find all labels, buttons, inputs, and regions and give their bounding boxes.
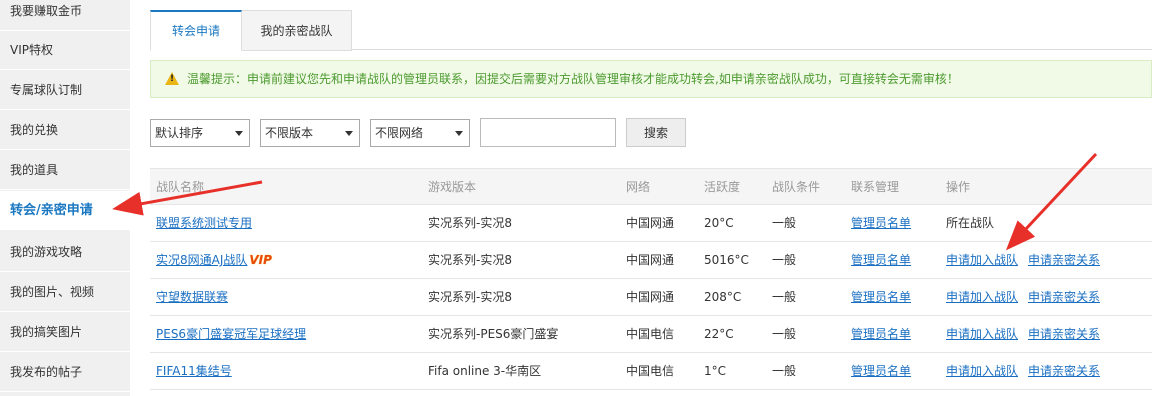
activity: 20°C [704,216,734,230]
chevron-down-icon [345,131,353,136]
chevron-down-icon [455,131,463,136]
condition: 一般 [772,253,797,267]
activity: 22°C [704,327,734,341]
sidebar-item-custom-team[interactable]: 专属球队订制 [0,71,130,110]
network: 中国电信 [626,327,675,341]
activity: 1°C [704,364,727,378]
request-close-link[interactable]: 申请亲密关系 [1028,290,1100,304]
sidebar-item-transfer[interactable]: 转会/亲密申请 [0,191,130,230]
sidebar-item-items[interactable]: 我的道具 [0,151,130,190]
tab-close-teams[interactable]: 我的亲密战队 [242,10,352,51]
table-row: 实况8网通AJ战队 VIP 实况系列-实况8 中国网通 5016°C 一般 管理员… [150,242,1152,279]
request-close-link[interactable]: 申请亲密关系 [1028,253,1100,267]
sidebar-item-funny-images[interactable]: 我的搞笑图片 [0,313,130,352]
tab-bar: 转会申请 我的亲密战队 [150,10,1152,51]
network-select-value: 不限网络 [375,126,424,140]
team-name-link[interactable]: 守望数据联赛 [156,290,228,304]
request-close-link[interactable]: 申请亲密关系 [1028,364,1100,378]
header-team-name: 战队名称 [156,180,205,194]
admin-list-link[interactable]: 管理员名单 [851,290,911,304]
team-name-link[interactable]: PES6豪门盛宴冠军足球经理 [156,327,306,341]
game-version: Fifa online 3-华南区 [428,364,542,378]
notice-banner: 温馨提示：申请前建议您先和申请战队的管理员联系，因提交后需要对方战队管理审核才能… [150,60,1152,98]
version-select-value: 不限版本 [265,126,314,140]
vip-badge: VIP [249,253,272,267]
warning-icon [165,72,179,85]
chevron-down-icon [235,131,243,136]
sidebar: 我要赚取金币 VIP特权 专属球队订制 我的兑换 我的道具 转会/亲密申请 我的… [0,0,130,396]
table-row: 守望数据联赛 实况系列-实况8 中国网通 208°C 一般 管理员名单 申请加入… [150,279,1152,316]
join-team-link[interactable]: 申请加入战队 [946,327,1018,341]
game-version: 实况系列-实况8 [428,216,512,230]
condition: 一般 [772,327,797,341]
search-input[interactable] [480,118,616,147]
sidebar-item-vip[interactable]: VIP特权 [0,31,130,70]
admin-list-link[interactable]: 管理员名单 [851,216,911,230]
game-version: 实况系列-PES6豪门盛宴 [428,327,559,341]
table-header: 战队名称 游戏版本 网络 活跃度 战队条件 联系管理 操作 [150,168,1152,205]
table-row: 联盟系统测试专用 实况系列-实况8 中国网通 20°C 一般 管理员名单 所在战… [150,205,1152,242]
team-name-link[interactable]: 实况8网通AJ战队 [156,253,247,267]
network: 中国电信 [626,364,675,378]
admin-list-link[interactable]: 管理员名单 [851,253,911,267]
table-row: PES6豪门盛宴冠军足球经理 实况系列-PES6豪门盛宴 中国电信 22°C 一… [150,316,1152,353]
activity: 5016°C [704,253,749,267]
condition: 一般 [772,216,797,230]
network-select[interactable]: 不限网络 [370,119,470,147]
condition: 一般 [772,364,797,378]
request-close-link[interactable]: 申请亲密关系 [1028,327,1100,341]
team-name-link[interactable]: FIFA11集结号 [156,364,232,378]
sort-select[interactable]: 默认排序 [150,119,250,147]
notice-text: 温馨提示：申请前建议您先和申请战队的管理员联系，因提交后需要对方战队管理审核才能… [187,72,959,86]
sort-select-value: 默认排序 [155,126,204,140]
join-team-link[interactable]: 申请加入战队 [946,290,1018,304]
condition: 一般 [772,290,797,304]
network: 中国网通 [626,253,675,267]
header-condition: 战队条件 [772,180,821,194]
admin-list-link[interactable]: 管理员名单 [851,327,911,341]
sidebar-item-earn-coins[interactable]: 我要赚取金币 [0,0,130,31]
network: 中国网通 [626,290,675,304]
header-activity: 活跃度 [704,180,741,194]
network: 中国网通 [626,216,675,230]
header-contact: 联系管理 [851,180,900,194]
admin-list-link[interactable]: 管理员名单 [851,364,911,378]
sidebar-item-redeem[interactable]: 我的兑换 [0,111,130,150]
search-button[interactable]: 搜索 [626,118,686,147]
header-actions: 操作 [946,180,971,194]
sidebar-item-guides[interactable]: 我的游戏攻略 [0,233,130,272]
tab-transfer-request[interactable]: 转会申请 [150,10,242,51]
sidebar-item-media[interactable]: 我的图片、视频 [0,273,130,312]
join-team-link[interactable]: 申请加入战队 [946,364,1018,378]
join-team-link[interactable]: 申请加入战队 [946,253,1018,267]
activity: 208°C [704,290,742,304]
sidebar-item-my-posts[interactable]: 我发布的帖子 [0,353,130,392]
table-row: FIFA11集结号 Fifa online 3-华南区 中国电信 1°C 一般 … [150,353,1152,390]
team-name-link[interactable]: 联盟系统测试专用 [156,216,252,230]
current-team-label: 所在战队 [946,216,995,230]
header-game-version: 游戏版本 [428,180,477,194]
game-version: 实况系列-实况8 [428,290,512,304]
header-network: 网络 [626,180,651,194]
version-select[interactable]: 不限版本 [260,119,360,147]
game-version: 实况系列-实况8 [428,253,512,267]
